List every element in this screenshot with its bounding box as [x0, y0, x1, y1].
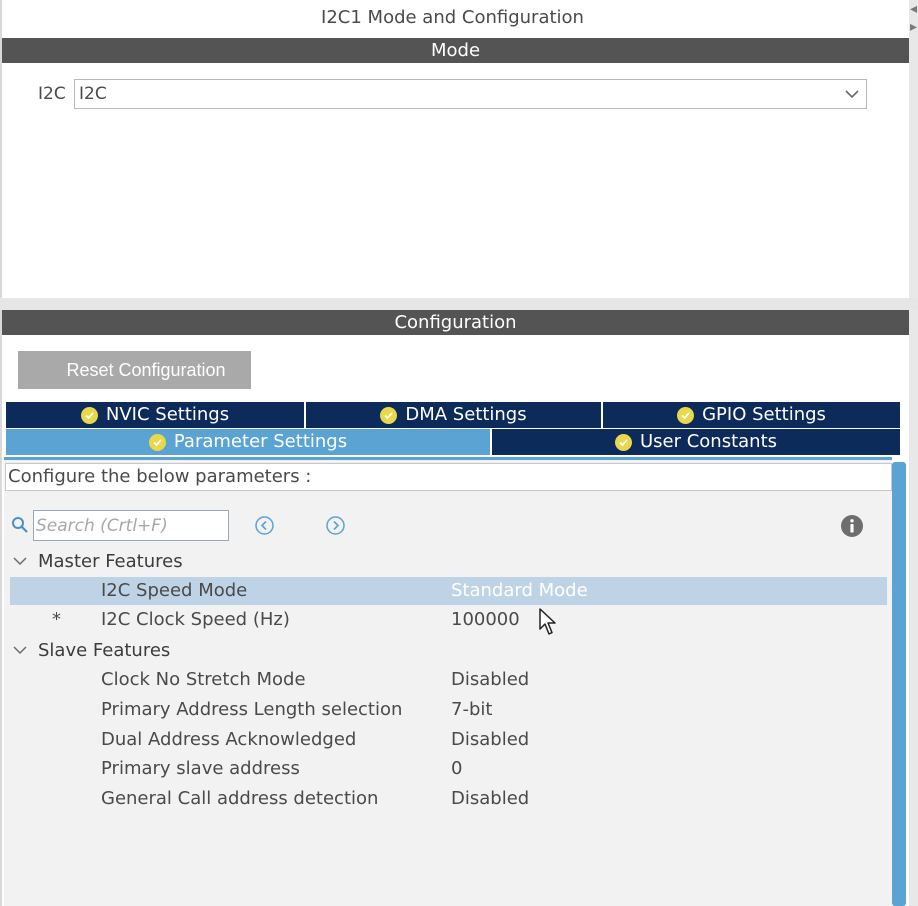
param-row-i2c-speed-mode[interactable]: I2C Speed Mode Standard Mode: [10, 577, 887, 605]
mouse-cursor-icon: [539, 608, 556, 635]
tab-label: Parameter Settings: [173, 431, 348, 452]
chevron-down-icon: [845, 90, 859, 99]
tab-label: NVIC Settings: [105, 404, 230, 425]
check-icon: [80, 406, 98, 424]
prev-arrow-icon[interactable]: [254, 515, 275, 536]
param-name: I2C Speed Mode: [101, 580, 248, 601]
param-name: Clock No Stretch Mode: [101, 669, 306, 690]
group-label: Slave Features: [38, 639, 171, 661]
tab-dma-settings[interactable]: DMA Settings: [306, 402, 601, 428]
param-value[interactable]: 7-bit: [451, 696, 492, 724]
info-icon[interactable]: [840, 514, 864, 538]
panel-separator[interactable]: [0, 298, 918, 310]
window-right-edge: [909, 0, 918, 906]
mode-section-header: Mode: [2, 38, 909, 63]
param-row-i2c-clock-speed[interactable]: * I2C Clock Speed (Hz) 100000: [10, 606, 887, 634]
group-slave-features[interactable]: Slave Features: [12, 636, 170, 664]
window-title: I2C1 Mode and Configuration: [321, 7, 584, 28]
tab-nvic-settings[interactable]: NVIC Settings: [6, 402, 304, 428]
check-icon: [614, 433, 632, 451]
check-icon: [677, 406, 695, 424]
chevron-down-icon: [13, 646, 27, 655]
param-value[interactable]: Disabled: [451, 785, 529, 813]
param-value[interactable]: Disabled: [451, 726, 529, 754]
tab-label: User Constants: [639, 431, 778, 452]
tab-gpio-settings[interactable]: GPIO Settings: [603, 402, 900, 428]
i2c-mode-select-value: I2C: [79, 84, 107, 104]
param-name: Primary Address Length selection: [101, 699, 403, 720]
check-icon: [148, 433, 166, 451]
i2c-mode-label: I2C: [38, 84, 66, 104]
param-value[interactable]: 0: [451, 755, 462, 783]
param-row-dual-address-acknowledged[interactable]: Dual Address Acknowledged Disabled: [10, 726, 887, 754]
group-master-features[interactable]: Master Features: [12, 547, 183, 575]
param-name: Dual Address Acknowledged: [101, 729, 357, 750]
search-icon: [12, 517, 28, 533]
param-row-primary-address-length[interactable]: Primary Address Length selection 7-bit: [10, 696, 887, 724]
group-label: Master Features: [38, 550, 183, 572]
param-row-general-call-detection[interactable]: General Call address detection Disabled: [10, 785, 887, 813]
tab-parameter-settings[interactable]: Parameter Settings: [6, 429, 490, 455]
param-row-primary-slave-address[interactable]: Primary slave address 0: [10, 755, 887, 783]
corner-control-icon[interactable]: ◂ ▸: [910, 0, 918, 44]
reset-configuration-button[interactable]: Reset Configuration: [18, 351, 251, 389]
param-marker: *: [52, 609, 61, 630]
param-value[interactable]: Standard Mode: [451, 577, 588, 605]
param-row-clock-no-stretch-mode[interactable]: Clock No Stretch Mode Disabled: [10, 666, 887, 694]
configure-instructions: Configure the below parameters :: [5, 463, 892, 491]
next-arrow-icon[interactable]: [325, 515, 346, 536]
param-value[interactable]: 100000: [451, 606, 520, 634]
tab-label: DMA Settings: [405, 404, 527, 425]
configuration-section-header: Configuration: [2, 310, 909, 335]
parameters-scrollbar[interactable]: [892, 462, 906, 906]
tab-label: GPIO Settings: [702, 404, 826, 425]
param-name: I2C Clock Speed (Hz): [101, 609, 290, 630]
param-name: General Call address detection: [101, 788, 379, 809]
i2c-mode-select[interactable]: I2C: [74, 79, 867, 109]
chevron-down-icon: [13, 557, 27, 566]
check-icon: [380, 406, 398, 424]
tab-user-constants[interactable]: User Constants: [492, 429, 900, 455]
param-value[interactable]: Disabled: [451, 666, 529, 694]
param-name: Primary slave address: [101, 758, 300, 779]
search-input[interactable]: [33, 510, 229, 541]
